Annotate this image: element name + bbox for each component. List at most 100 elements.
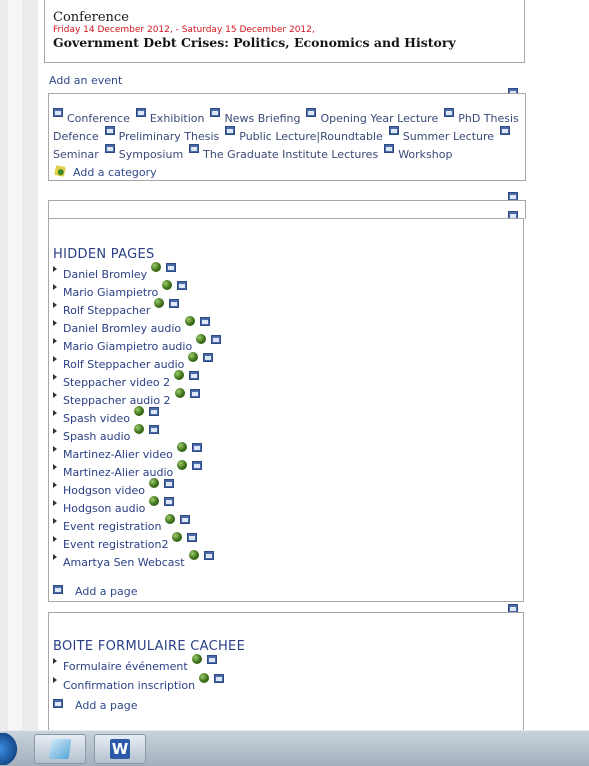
edit-icon[interactable] bbox=[166, 263, 177, 272]
list-item[interactable]: Amartya Sen Webcast bbox=[53, 550, 214, 571]
list-item[interactable]: Steppacher audio 2 bbox=[53, 388, 200, 409]
category-icon[interactable] bbox=[444, 108, 455, 117]
edit-icon[interactable] bbox=[187, 533, 198, 542]
start-button[interactable] bbox=[0, 733, 18, 765]
page-link[interactable]: Steppacher video 2 bbox=[63, 376, 170, 389]
category-symposium[interactable]: Symposium bbox=[119, 148, 183, 161]
taskbar-word-button[interactable]: W bbox=[94, 734, 146, 764]
page-link[interactable]: Daniel Bromley audio bbox=[63, 322, 181, 335]
category-icon[interactable] bbox=[306, 108, 317, 117]
category-icon[interactable] bbox=[384, 144, 395, 153]
add-event-link[interactable]: Add an event bbox=[49, 74, 122, 87]
category-conference[interactable]: Conference bbox=[67, 112, 130, 125]
page-link[interactable]: Daniel Bromley bbox=[63, 268, 147, 281]
category-seminar[interactable]: Seminar bbox=[53, 148, 99, 161]
page-link[interactable]: Confirmation inscription bbox=[63, 679, 195, 692]
add-page-row[interactable]: Add a page bbox=[53, 585, 138, 598]
page-link[interactable]: Mario Giampietro bbox=[63, 286, 158, 299]
app-icon bbox=[48, 739, 72, 759]
category-public-lecture[interactable]: Public Lecture|Roundtable bbox=[239, 130, 383, 143]
page-link[interactable]: Rolf Steppacher bbox=[63, 304, 150, 317]
page-link[interactable]: Event registration bbox=[63, 520, 161, 533]
category-icon[interactable] bbox=[189, 144, 200, 153]
arrow-icon bbox=[53, 428, 57, 434]
list-item[interactable]: Formulaire événement bbox=[53, 654, 217, 675]
list-item[interactable]: Martinez-Alier audio bbox=[53, 460, 203, 481]
list-item[interactable]: Event registration bbox=[53, 514, 191, 535]
list-item[interactable]: Confirmation inscription bbox=[53, 673, 225, 694]
category-news-briefing[interactable]: News Briefing bbox=[224, 112, 300, 125]
status-dot-icon bbox=[196, 334, 207, 344]
arrow-icon bbox=[53, 677, 57, 683]
hidden-pages-title: HIDDEN PAGES bbox=[53, 247, 155, 262]
edit-icon[interactable] bbox=[191, 443, 202, 452]
event-type: Conference bbox=[53, 10, 129, 25]
list-item[interactable]: Spash video bbox=[53, 406, 159, 427]
list-item[interactable]: Daniel Bromley audio bbox=[53, 316, 211, 337]
category-icon[interactable] bbox=[104, 126, 115, 135]
edit-icon[interactable] bbox=[169, 299, 180, 308]
arrow-icon bbox=[53, 658, 57, 664]
category-icon[interactable] bbox=[135, 108, 146, 117]
category-icon[interactable] bbox=[388, 126, 399, 135]
page-link[interactable]: Rolf Steppacher audio bbox=[63, 358, 184, 371]
category-icon[interactable] bbox=[500, 126, 511, 135]
page-link[interactable]: Event registration2 bbox=[63, 538, 168, 551]
edit-icon[interactable] bbox=[189, 371, 200, 380]
edit-icon[interactable] bbox=[164, 497, 175, 506]
page-link[interactable]: Hodgson video bbox=[63, 484, 145, 497]
edit-icon[interactable] bbox=[163, 479, 174, 488]
status-dot-icon bbox=[199, 673, 210, 683]
category-opening-year-lecture[interactable]: Opening Year Lecture bbox=[320, 112, 438, 125]
event-title[interactable]: Government Debt Crises: Politics, Econom… bbox=[53, 35, 456, 50]
add-page-link[interactable]: Add a page bbox=[75, 699, 138, 712]
page-link[interactable]: Hodgson audio bbox=[63, 502, 145, 515]
arrow-icon bbox=[53, 392, 57, 398]
list-item[interactable]: Spash audio bbox=[53, 424, 160, 445]
page-link[interactable]: Spash video bbox=[63, 412, 130, 425]
category-icon[interactable] bbox=[210, 108, 221, 117]
edit-icon[interactable] bbox=[203, 551, 214, 560]
edit-icon[interactable] bbox=[189, 389, 200, 398]
edit-icon[interactable] bbox=[211, 335, 222, 344]
page-link[interactable]: Steppacher audio 2 bbox=[63, 394, 171, 407]
page-link[interactable]: Mario Giampietro audio bbox=[63, 340, 192, 353]
category-icon[interactable] bbox=[104, 144, 115, 153]
page-link[interactable]: Amartya Sen Webcast bbox=[63, 556, 185, 569]
page-link[interactable]: Martinez-Alier video bbox=[63, 448, 173, 461]
status-dot-icon bbox=[154, 298, 165, 308]
list-item[interactable]: Hodgson audio bbox=[53, 496, 175, 517]
list-item[interactable]: Daniel Bromley bbox=[53, 262, 177, 283]
page-link[interactable]: Martinez-Alier audio bbox=[63, 466, 173, 479]
list-item[interactable]: Event registration2 bbox=[53, 532, 198, 553]
category-preliminary-thesis[interactable]: Preliminary Thesis bbox=[119, 130, 220, 143]
edit-icon[interactable] bbox=[200, 317, 211, 326]
category-icon[interactable] bbox=[225, 126, 236, 135]
list-item[interactable]: Mario Giampietro bbox=[53, 280, 188, 301]
edit-icon[interactable] bbox=[214, 674, 225, 683]
page-link[interactable]: Formulaire événement bbox=[63, 660, 188, 673]
arrow-icon bbox=[53, 374, 57, 380]
category-exhibition[interactable]: Exhibition bbox=[150, 112, 205, 125]
hidden-pages-panel: HIDDEN PAGES Daniel Bromley Mario Giampi… bbox=[48, 218, 524, 602]
category-graduate-institute-lectures[interactable]: The Graduate Institute Lectures bbox=[203, 148, 378, 161]
category-summer-lecture[interactable]: Summer Lecture bbox=[403, 130, 494, 143]
category-workshop[interactable]: Workshop bbox=[398, 148, 452, 161]
edit-icon[interactable] bbox=[148, 407, 159, 416]
edit-icon[interactable] bbox=[149, 425, 160, 434]
arrow-icon bbox=[53, 284, 57, 290]
page-link[interactable]: Spash audio bbox=[63, 430, 130, 443]
status-dot-icon bbox=[165, 514, 176, 524]
list-item[interactable]: Rolf Steppacher bbox=[53, 298, 180, 319]
edit-icon[interactable] bbox=[203, 353, 214, 362]
taskbar-app-button[interactable] bbox=[34, 734, 86, 764]
edit-icon[interactable] bbox=[177, 281, 188, 290]
edit-icon[interactable] bbox=[192, 461, 203, 470]
add-category-link[interactable]: Add a category bbox=[73, 166, 157, 179]
edit-icon[interactable] bbox=[206, 655, 217, 664]
edit-icon[interactable] bbox=[180, 515, 191, 524]
add-page-row[interactable]: Add a page bbox=[53, 699, 138, 712]
add-category-row[interactable]: Add a category bbox=[54, 165, 157, 179]
category-icon[interactable] bbox=[53, 108, 63, 117]
add-page-link[interactable]: Add a page bbox=[75, 585, 138, 598]
